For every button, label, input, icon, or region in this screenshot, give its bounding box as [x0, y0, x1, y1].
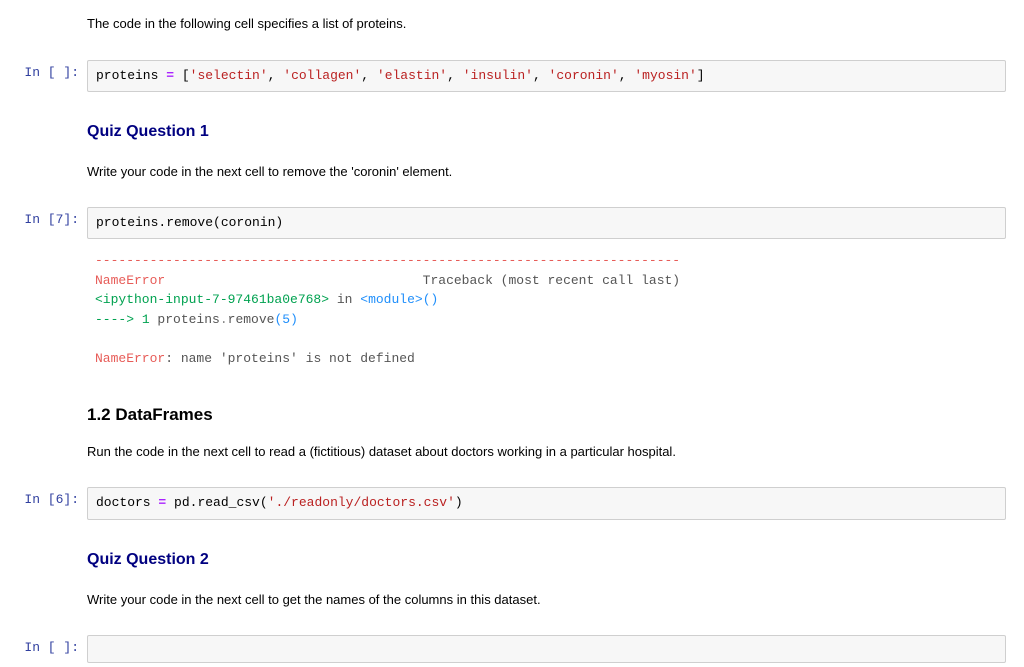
prompt-empty: [0, 0, 87, 22]
cell-prompt: In [7]:: [0, 207, 87, 229]
markdown-body: The code in the following cell specifies…: [87, 0, 1024, 56]
code-cell-4[interactable]: In [ ]:: [0, 635, 1024, 663]
quiz1-text: Write your code in the next cell to remo…: [87, 162, 1016, 182]
code-input[interactable]: proteins = ['selectin', 'collagen', 'ela…: [87, 60, 1006, 92]
cell-prompt: In [ ]:: [0, 60, 87, 82]
error-output: ----------------------------------------…: [87, 243, 1006, 376]
markdown-body: Quiz Question 1 Write your code in the n…: [87, 96, 1024, 204]
cell-body: [87, 635, 1024, 663]
prompt-empty: [0, 243, 87, 265]
cell-body: proteins.remove(coronin): [87, 207, 1024, 239]
section-text: Run the code in the next cell to read a …: [87, 442, 1016, 462]
quiz1-title: Quiz Question 1: [87, 120, 1016, 144]
prompt-empty: [0, 524, 87, 546]
output-cell-1: ----------------------------------------…: [0, 243, 1024, 376]
notebook: The code in the following cell specifies…: [0, 0, 1024, 663]
prompt-empty: [0, 380, 87, 402]
prompt-empty: [0, 96, 87, 118]
code-cell-3[interactable]: In [6]: doctors = pd.read_csv('./readonl…: [0, 487, 1024, 519]
code-cell-1[interactable]: In [ ]: proteins = ['selectin', 'collage…: [0, 60, 1024, 92]
code-input[interactable]: doctors = pd.read_csv('./readonly/doctor…: [87, 487, 1006, 519]
markdown-cell-quiz1: Quiz Question 1 Write your code in the n…: [0, 96, 1024, 204]
cell-prompt: In [6]:: [0, 487, 87, 509]
code-input[interactable]: proteins.remove(coronin): [87, 207, 1006, 239]
quiz2-title: Quiz Question 2: [87, 548, 1016, 572]
markdown-cell-intro: The code in the following cell specifies…: [0, 0, 1024, 56]
intro-text: The code in the following cell specifies…: [87, 14, 1016, 34]
section-title: 1.2 DataFrames: [87, 402, 1016, 428]
code-input[interactable]: [87, 635, 1006, 663]
cell-prompt: In [ ]:: [0, 635, 87, 657]
output-body: ----------------------------------------…: [87, 243, 1024, 376]
markdown-body: 1.2 DataFrames Run the code in the next …: [87, 380, 1024, 483]
code-cell-2[interactable]: In [7]: proteins.remove(coronin): [0, 207, 1024, 239]
markdown-cell-quiz2: Quiz Question 2 Write your code in the n…: [0, 524, 1024, 632]
markdown-body: Quiz Question 2 Write your code in the n…: [87, 524, 1024, 632]
cell-body: doctors = pd.read_csv('./readonly/doctor…: [87, 487, 1024, 519]
cell-body: proteins = ['selectin', 'collagen', 'ela…: [87, 60, 1024, 92]
quiz2-text: Write your code in the next cell to get …: [87, 590, 1016, 610]
markdown-cell-section: 1.2 DataFrames Run the code in the next …: [0, 380, 1024, 483]
